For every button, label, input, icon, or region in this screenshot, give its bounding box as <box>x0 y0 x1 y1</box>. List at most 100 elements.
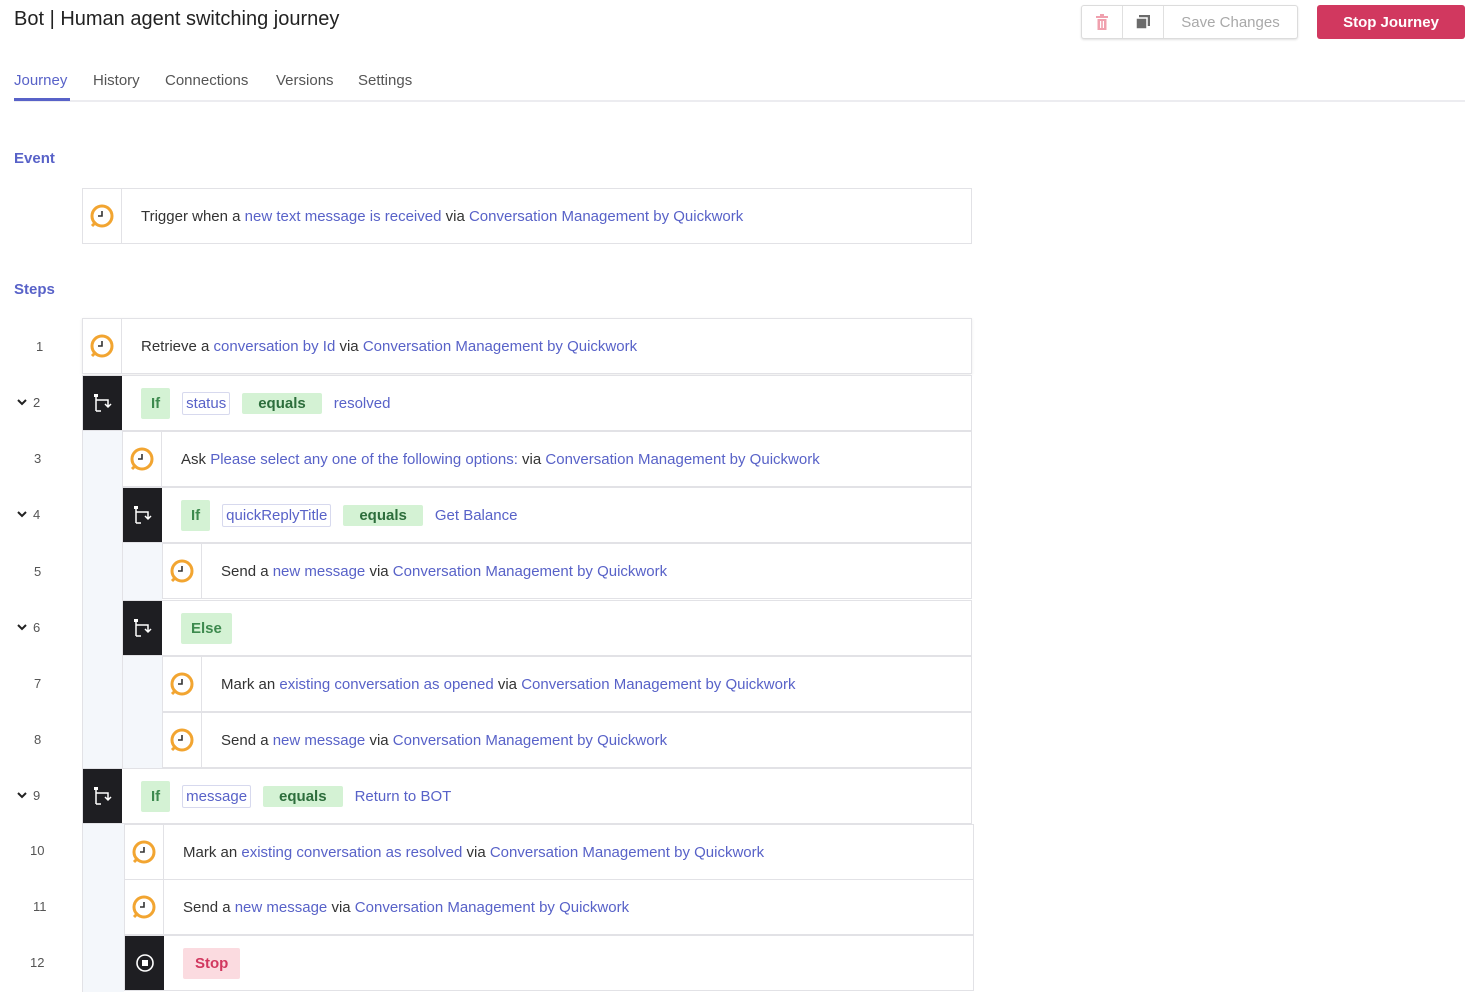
stop-journey-button[interactable]: Stop Journey <box>1317 5 1465 39</box>
step-action-link[interactable]: Please select any one of the following o… <box>210 451 518 468</box>
condition-field[interactable]: quickReplyTitle <box>222 503 332 527</box>
step-app-link[interactable]: Conversation Management by Quickwork <box>355 899 629 916</box>
if-badge: If <box>181 499 211 531</box>
step-card-11[interactable]: Send a new message via Conversation Mana… <box>124 879 974 935</box>
step-number: 7 <box>34 676 42 691</box>
copy-button[interactable] <box>1123 6 1164 38</box>
condition-field[interactable]: message <box>182 784 252 808</box>
step-action-link[interactable]: existing conversation as resolved <box>241 844 462 861</box>
step-number: 4 <box>33 507 41 522</box>
stop-badge: Stop <box>183 947 241 979</box>
event-via: via <box>441 207 469 225</box>
step-card-8[interactable]: Send a new message via Conversation Mana… <box>162 712 972 768</box>
delete-button[interactable] <box>1082 6 1123 38</box>
tab-bar: Journey History Connections Versions Set… <box>14 62 1465 102</box>
step-app-link[interactable]: Conversation Management by Quickwork <box>545 451 819 468</box>
step-card-7[interactable]: Mark an existing conversation as opened … <box>162 656 972 712</box>
step-action-link[interactable]: new message <box>273 563 366 580</box>
step-via: via <box>365 731 393 749</box>
chevron-down-icon[interactable] <box>16 396 28 408</box>
step-card-6[interactable]: Else <box>122 600 972 656</box>
tab-journey[interactable]: Journey <box>14 72 67 89</box>
branch-indent-2 <box>82 431 122 768</box>
step-via: via <box>327 898 355 916</box>
step-text: Send a new message via Conversation Mana… <box>164 899 629 916</box>
step-card-1[interactable]: Retrieve a conversation by Id via Conver… <box>82 318 972 374</box>
step-prefix: Send a <box>183 898 235 916</box>
app-icon-wrap <box>125 825 164 879</box>
step-card-4[interactable]: If quickReplyTitle equals Get Balance <box>122 487 972 543</box>
tab-settings[interactable]: Settings <box>358 72 412 89</box>
step-card-3[interactable]: Ask Please select any one of the followi… <box>122 431 972 487</box>
tab-connections[interactable]: Connections <box>165 72 248 89</box>
chevron-down-icon[interactable] <box>16 508 28 520</box>
step-via: via <box>365 562 393 580</box>
app-icon-wrap <box>163 544 202 598</box>
step-via: via <box>493 675 522 693</box>
step-prefix: Send a <box>221 562 273 580</box>
branch-indent-9 <box>82 824 124 992</box>
quickwork-chat-icon <box>170 728 194 752</box>
if-badge: If <box>141 387 171 419</box>
step-app-link[interactable]: Conversation Management by Quickwork <box>490 844 764 861</box>
app-icon-wrap <box>123 432 162 486</box>
step-prefix: Mark an <box>183 843 242 861</box>
event-app-link[interactable]: Conversation Management by Quickwork <box>469 208 743 225</box>
step-card-2[interactable]: If status equals resolved <box>82 375 972 431</box>
step-action-link[interactable]: conversation by Id <box>214 338 336 355</box>
condition: If status equals resolved <box>122 387 390 419</box>
step-action-link[interactable]: existing conversation as opened <box>279 676 493 693</box>
branch-indent-4 <box>122 543 162 600</box>
step-number: 3 <box>34 451 42 466</box>
condition: Else <box>162 612 232 644</box>
event-trigger-card[interactable]: Trigger when a new text message is recei… <box>82 188 972 244</box>
step-card-5[interactable]: Send a new message via Conversation Mana… <box>162 543 972 599</box>
step-action-link[interactable]: new message <box>235 899 328 916</box>
condition-operator: equals <box>242 392 322 414</box>
tab-history[interactable]: History <box>93 72 140 89</box>
event-action-link[interactable]: new text message is received <box>245 208 442 225</box>
step-text: Send a new message via Conversation Mana… <box>202 732 667 749</box>
steps-section-label: Steps <box>14 281 55 298</box>
step-text: Mark an existing conversation as opened … <box>202 676 795 693</box>
branch-icon-wrap <box>83 769 122 823</box>
step-prefix: Retrieve a <box>141 337 214 355</box>
branch-icon-wrap <box>123 488 162 542</box>
step-card-12[interactable]: Stop <box>124 935 974 991</box>
step-via: via <box>335 337 363 355</box>
branch-icon-wrap <box>123 601 162 655</box>
step-number: 11 <box>33 899 47 914</box>
step-card-9[interactable]: If message equals Return to BOT <box>82 768 972 824</box>
step-app-link[interactable]: Conversation Management by Quickwork <box>393 563 667 580</box>
step-text: Mark an existing conversation as resolve… <box>164 844 764 861</box>
branch-icon-wrap <box>83 376 122 430</box>
save-changes-button[interactable]: Save Changes <box>1164 6 1297 38</box>
step-number: 12 <box>30 955 45 970</box>
condition: If quickReplyTitle equals Get Balance <box>162 499 517 531</box>
step-prefix: Mark an <box>221 675 280 693</box>
step-text: Retrieve a conversation by Id via Conver… <box>122 338 637 355</box>
step-app-link[interactable]: Conversation Management by Quickwork <box>363 338 637 355</box>
step-number: 9 <box>33 788 41 803</box>
condition: Stop <box>164 947 241 979</box>
tab-versions[interactable]: Versions <box>276 72 334 89</box>
condition-operator: equals <box>343 504 423 526</box>
step-card-10[interactable]: Mark an existing conversation as resolve… <box>124 824 974 880</box>
trash-icon <box>1096 14 1108 30</box>
quickwork-chat-icon <box>132 840 156 864</box>
chevron-down-icon[interactable] <box>16 789 28 801</box>
step-app-link[interactable]: Conversation Management by Quickwork <box>393 732 667 749</box>
step-number: 6 <box>33 620 41 635</box>
step-number: 8 <box>34 732 42 747</box>
step-prefix: Ask <box>181 450 211 468</box>
condition-field[interactable]: status <box>182 391 231 415</box>
step-action-link[interactable]: new message <box>273 732 366 749</box>
app-icon-wrap <box>163 657 202 711</box>
step-app-link[interactable]: Conversation Management by Quickwork <box>521 676 795 693</box>
step-prefix: Send a <box>221 731 273 749</box>
quickwork-chat-icon <box>130 447 154 471</box>
chevron-down-icon[interactable] <box>16 621 28 633</box>
if-badge: If <box>141 780 171 812</box>
event-text: Trigger when a new text message is recei… <box>122 208 743 225</box>
branch-icon <box>93 394 112 412</box>
